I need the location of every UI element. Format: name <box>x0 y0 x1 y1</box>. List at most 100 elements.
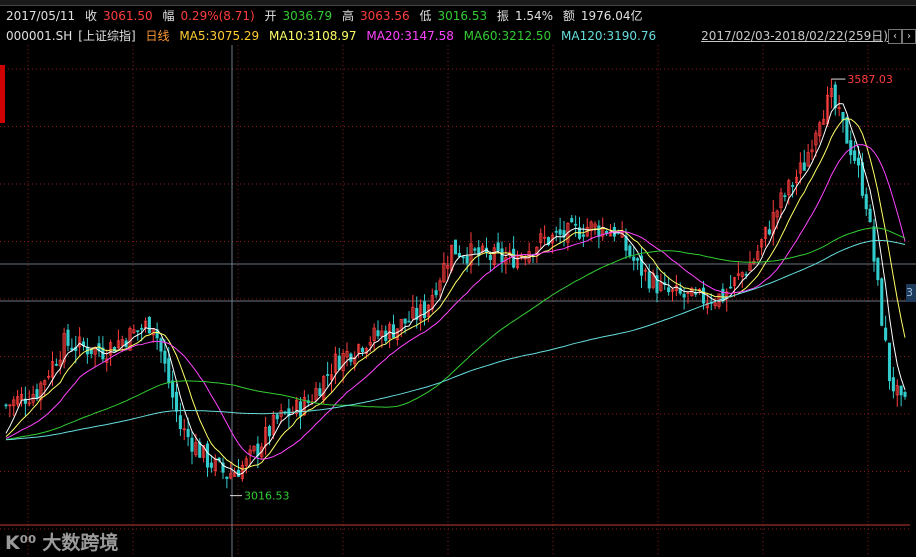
candle-body <box>744 273 748 276</box>
candle-body <box>163 350 167 364</box>
chevron-right-icon[interactable]: › <box>902 29 916 44</box>
candle-body <box>701 287 706 304</box>
quote-date: 2017/05/11 <box>6 9 76 23</box>
ma20-line <box>5 144 906 460</box>
candle-body <box>465 256 469 264</box>
candle-body <box>171 380 175 398</box>
ma5-legend: MA5:3075.29 <box>179 29 260 43</box>
chevron-left-icon[interactable]: ‹ <box>888 29 902 44</box>
date-range-label[interactable]: 2017/02/03-2018/02/22(259日) <box>701 27 888 45</box>
candle-body <box>147 316 151 334</box>
candle-body <box>903 391 907 397</box>
candle-body <box>791 185 795 187</box>
candle-body <box>326 374 330 376</box>
candle-body <box>833 84 837 109</box>
candle-body <box>488 255 492 260</box>
candle-body <box>66 329 70 346</box>
candle-body <box>845 117 849 144</box>
close-value: 3061.50 <box>103 9 153 23</box>
amplitude-label: 振 <box>496 9 509 23</box>
candle-body <box>574 223 578 226</box>
candle-body <box>267 426 272 437</box>
ma5-line <box>5 103 906 476</box>
candle-body <box>729 286 733 289</box>
candle-body <box>54 363 58 366</box>
ma-legend-bar: 000001.SH [上证综指] 日线 MA5:3075.29 MA10:3108… <box>6 27 662 45</box>
low-label: 低 <box>419 9 432 23</box>
candle-body <box>205 443 210 468</box>
candle-body <box>391 324 396 338</box>
high-value: 3063.56 <box>360 9 410 23</box>
candle-body <box>236 469 241 477</box>
top-tab-strip[interactable] <box>0 0 916 6</box>
candle-body <box>457 253 461 257</box>
change-label: 幅 <box>162 9 175 23</box>
high-annotation-label: 3587.03 <box>847 73 893 86</box>
logo-icon: K⁰⁰ <box>5 532 37 554</box>
amplitude-value: 1.54% <box>514 9 554 23</box>
candle-body <box>597 225 601 237</box>
open-value: 3036.79 <box>282 9 333 23</box>
candle-body <box>403 318 407 324</box>
candle-body <box>647 271 651 289</box>
candle-body <box>682 293 686 298</box>
candle-body <box>434 290 438 296</box>
candle-body <box>856 157 861 166</box>
candle-body <box>632 256 636 261</box>
candle-body <box>178 415 182 430</box>
candle-body <box>4 404 8 407</box>
candlestick-chart[interactable]: 3587.03 3016.53 <box>0 45 916 557</box>
change-value: 0.29%(8.71) <box>180 9 255 23</box>
ma20-legend: MA20:3147.58 <box>366 29 454 43</box>
candle-body <box>884 327 888 341</box>
amount-label: 额 <box>562 9 575 23</box>
candle-body <box>864 194 868 210</box>
candle-body <box>453 239 458 255</box>
candle-body <box>35 389 39 399</box>
quote-info-bar: 2017/05/11 收 3061.50 幅 0.29%(8.71) 开 3036.7… <box>6 7 649 25</box>
candle-body <box>891 377 895 392</box>
candle-body <box>167 358 171 384</box>
candle-body <box>337 355 341 370</box>
logo-text: 大数跨境 <box>42 532 119 554</box>
candle-body <box>318 388 322 396</box>
ma60-legend: MA60:3212.50 <box>463 29 552 43</box>
candle-body <box>570 218 574 223</box>
candle-body <box>461 256 465 259</box>
candle-body <box>876 257 880 281</box>
candle-body <box>887 342 892 382</box>
low-annotation-label: 3016.53 <box>244 490 290 503</box>
symbol-code: 000001.SH <box>6 29 73 43</box>
candle-body <box>360 347 365 353</box>
candle-body <box>275 414 279 420</box>
candle-body <box>880 278 884 326</box>
ma120-legend: MA120:3190.76 <box>561 29 657 43</box>
candle-body <box>868 208 872 223</box>
candle-body <box>899 385 903 396</box>
candle-body <box>783 195 787 197</box>
price-axis-tag: 3 <box>906 284 916 302</box>
candle-body <box>225 476 229 479</box>
candle-body <box>558 229 562 235</box>
close-label: 收 <box>85 9 98 23</box>
candle-body <box>473 248 477 251</box>
candle-body <box>636 258 640 261</box>
candle-body <box>407 320 411 323</box>
candle-body <box>872 226 876 262</box>
candle-body <box>159 338 163 352</box>
period-label[interactable]: 日线 <box>145 29 169 43</box>
symbol-name: [上证综指] <box>78 29 136 43</box>
candle-body <box>628 245 632 257</box>
candle-body <box>298 401 303 417</box>
low-value: 3016.53 <box>437 9 488 23</box>
candle-body <box>802 162 806 171</box>
candle-body <box>554 230 558 233</box>
candle-body <box>500 248 504 263</box>
candle-body <box>496 242 500 252</box>
ma10-legend: MA10:3108.97 <box>269 29 357 43</box>
candle-body <box>186 428 190 438</box>
candle-body <box>376 330 380 337</box>
candle-body <box>422 301 427 319</box>
amount-value: 1976.04亿 <box>580 9 643 23</box>
open-label: 开 <box>264 9 277 23</box>
